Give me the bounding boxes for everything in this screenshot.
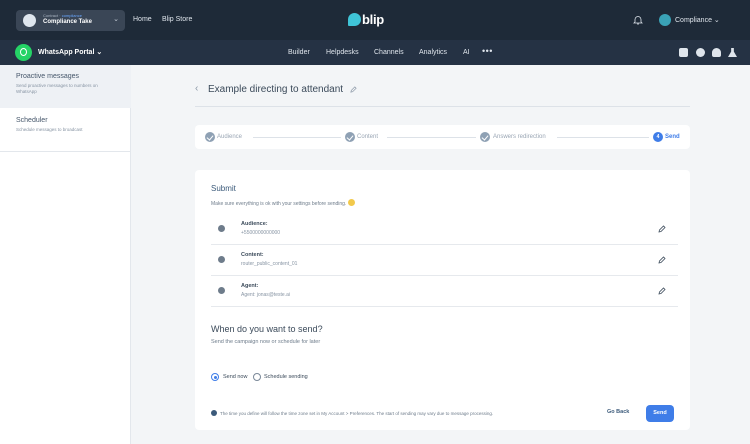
edit-audience-icon[interactable] <box>658 225 666 233</box>
sidebar-item-label: Scheduler <box>16 117 48 124</box>
sidebar-item-description: Schedule messages to broadcast <box>16 127 83 132</box>
submit-title: Submit <box>211 184 236 193</box>
summary-value: Agent: jonas@teste.ai <box>241 292 290 298</box>
page-title: Example directing to attendant <box>208 84 344 95</box>
check-circle-icon <box>218 256 225 263</box>
sidebar: Proactive messages Send proactive messag… <box>0 65 131 444</box>
portal-switcher[interactable]: WhatsApp Portal ⌄ <box>38 48 102 56</box>
blip-logo-icon <box>348 13 361 26</box>
account-menu[interactable]: Compliance ⌄ <box>675 16 720 24</box>
edit-content-icon[interactable] <box>658 256 666 264</box>
whatsapp-icon <box>15 44 32 61</box>
send-button[interactable]: Send <box>646 405 674 422</box>
chevron-down-icon: ⌄ <box>113 16 119 23</box>
schedule-sending-radio[interactable] <box>253 373 261 381</box>
smile-icon <box>348 199 356 206</box>
title-divider <box>195 106 690 107</box>
sidebar-divider <box>0 151 131 152</box>
sidebar-item-proactive-messages[interactable]: Proactive messages Send proactive messag… <box>0 65 131 108</box>
summary-row-content: Content: router_public_content_01 <box>211 246 678 276</box>
summary-label: Agent: <box>241 283 259 289</box>
blip-logo-text: blip <box>362 12 384 27</box>
step-send[interactable]: Send <box>665 134 680 140</box>
flask-icon[interactable] <box>728 48 737 57</box>
step-audience[interactable]: Audience <box>217 134 242 140</box>
tab-ai[interactable]: AI <box>463 49 470 56</box>
account-avatar[interactable] <box>659 14 671 26</box>
contract-switcher[interactable]: Contract · compliance Compliance Take ⌄ <box>16 10 125 31</box>
team-icon[interactable] <box>712 48 721 57</box>
summary-row-agent: Agent: Agent: jonas@teste.ai <box>211 277 678 307</box>
send-now-label[interactable]: Send now <box>223 374 247 380</box>
step-check-icon <box>205 132 215 142</box>
portal-nav-bar: WhatsApp Portal ⌄ Builder Helpdesks Chan… <box>0 40 750 65</box>
summary-value: +5500000000000 <box>241 230 281 236</box>
send-now-radio[interactable] <box>211 373 219 381</box>
pencil-icon[interactable] <box>350 86 357 93</box>
summary-value: router_public_content_01 <box>241 261 298 267</box>
contract-icon <box>23 14 36 27</box>
gear-icon[interactable] <box>696 48 705 57</box>
check-circle-icon <box>218 287 225 294</box>
when-title: When do you want to send? <box>211 324 323 334</box>
extensions-icon[interactable] <box>679 48 688 57</box>
tab-channels[interactable]: Channels <box>374 49 404 56</box>
go-back-button[interactable]: Go Back <box>607 409 629 415</box>
summary-label: Content: <box>241 252 264 258</box>
sidebar-item-description: Send proactive messages to numbers on Wh… <box>16 83 98 94</box>
step-answers-redirection[interactable]: Answers redirection <box>493 134 546 140</box>
back-chevron-icon[interactable]: ‹ <box>195 83 198 94</box>
tab-helpdesks[interactable]: Helpdesks <box>326 49 359 56</box>
step-check-icon <box>345 132 355 142</box>
step-connector <box>387 137 476 138</box>
schedule-sending-label[interactable]: Schedule sending <box>264 374 308 380</box>
summary-label: Audience: <box>241 221 268 227</box>
step-connector <box>557 137 649 138</box>
when-subtitle: Send the campaign now or schedule for la… <box>211 339 321 345</box>
step-connector <box>253 137 341 138</box>
tab-builder[interactable]: Builder <box>288 49 310 56</box>
info-icon <box>211 410 217 416</box>
edit-agent-icon[interactable] <box>658 287 666 295</box>
step-number: 4 <box>656 134 660 140</box>
step-check-icon <box>480 132 490 142</box>
contract-name: Compliance Take <box>43 19 92 25</box>
nav-home-link[interactable]: Home <box>133 16 152 23</box>
timezone-info: The time you define will follow the time… <box>220 411 494 416</box>
step-content[interactable]: Content <box>357 134 378 140</box>
check-circle-icon <box>218 225 225 232</box>
nav-store-link[interactable]: Blip Store <box>162 16 192 23</box>
stepper: Audience Content Answers redirection 4 S… <box>195 125 690 149</box>
bell-icon[interactable] <box>633 15 643 25</box>
more-icon[interactable]: ••• <box>482 46 493 56</box>
contract-caption: Contract · compliance <box>43 13 82 18</box>
submit-card: Submit Make sure everything is ok with y… <box>195 170 690 430</box>
sidebar-item-label: Proactive messages <box>16 73 80 80</box>
tab-analytics[interactable]: Analytics <box>419 49 447 56</box>
summary-row-audience: Audience: +5500000000000 <box>211 215 678 245</box>
submit-subtitle: Make sure everything is ok with your set… <box>211 199 356 207</box>
sidebar-item-scheduler[interactable]: Scheduler Schedule messages to broadcast <box>0 108 131 151</box>
top-bar: Contract · compliance Compliance Take ⌄ … <box>0 0 750 40</box>
